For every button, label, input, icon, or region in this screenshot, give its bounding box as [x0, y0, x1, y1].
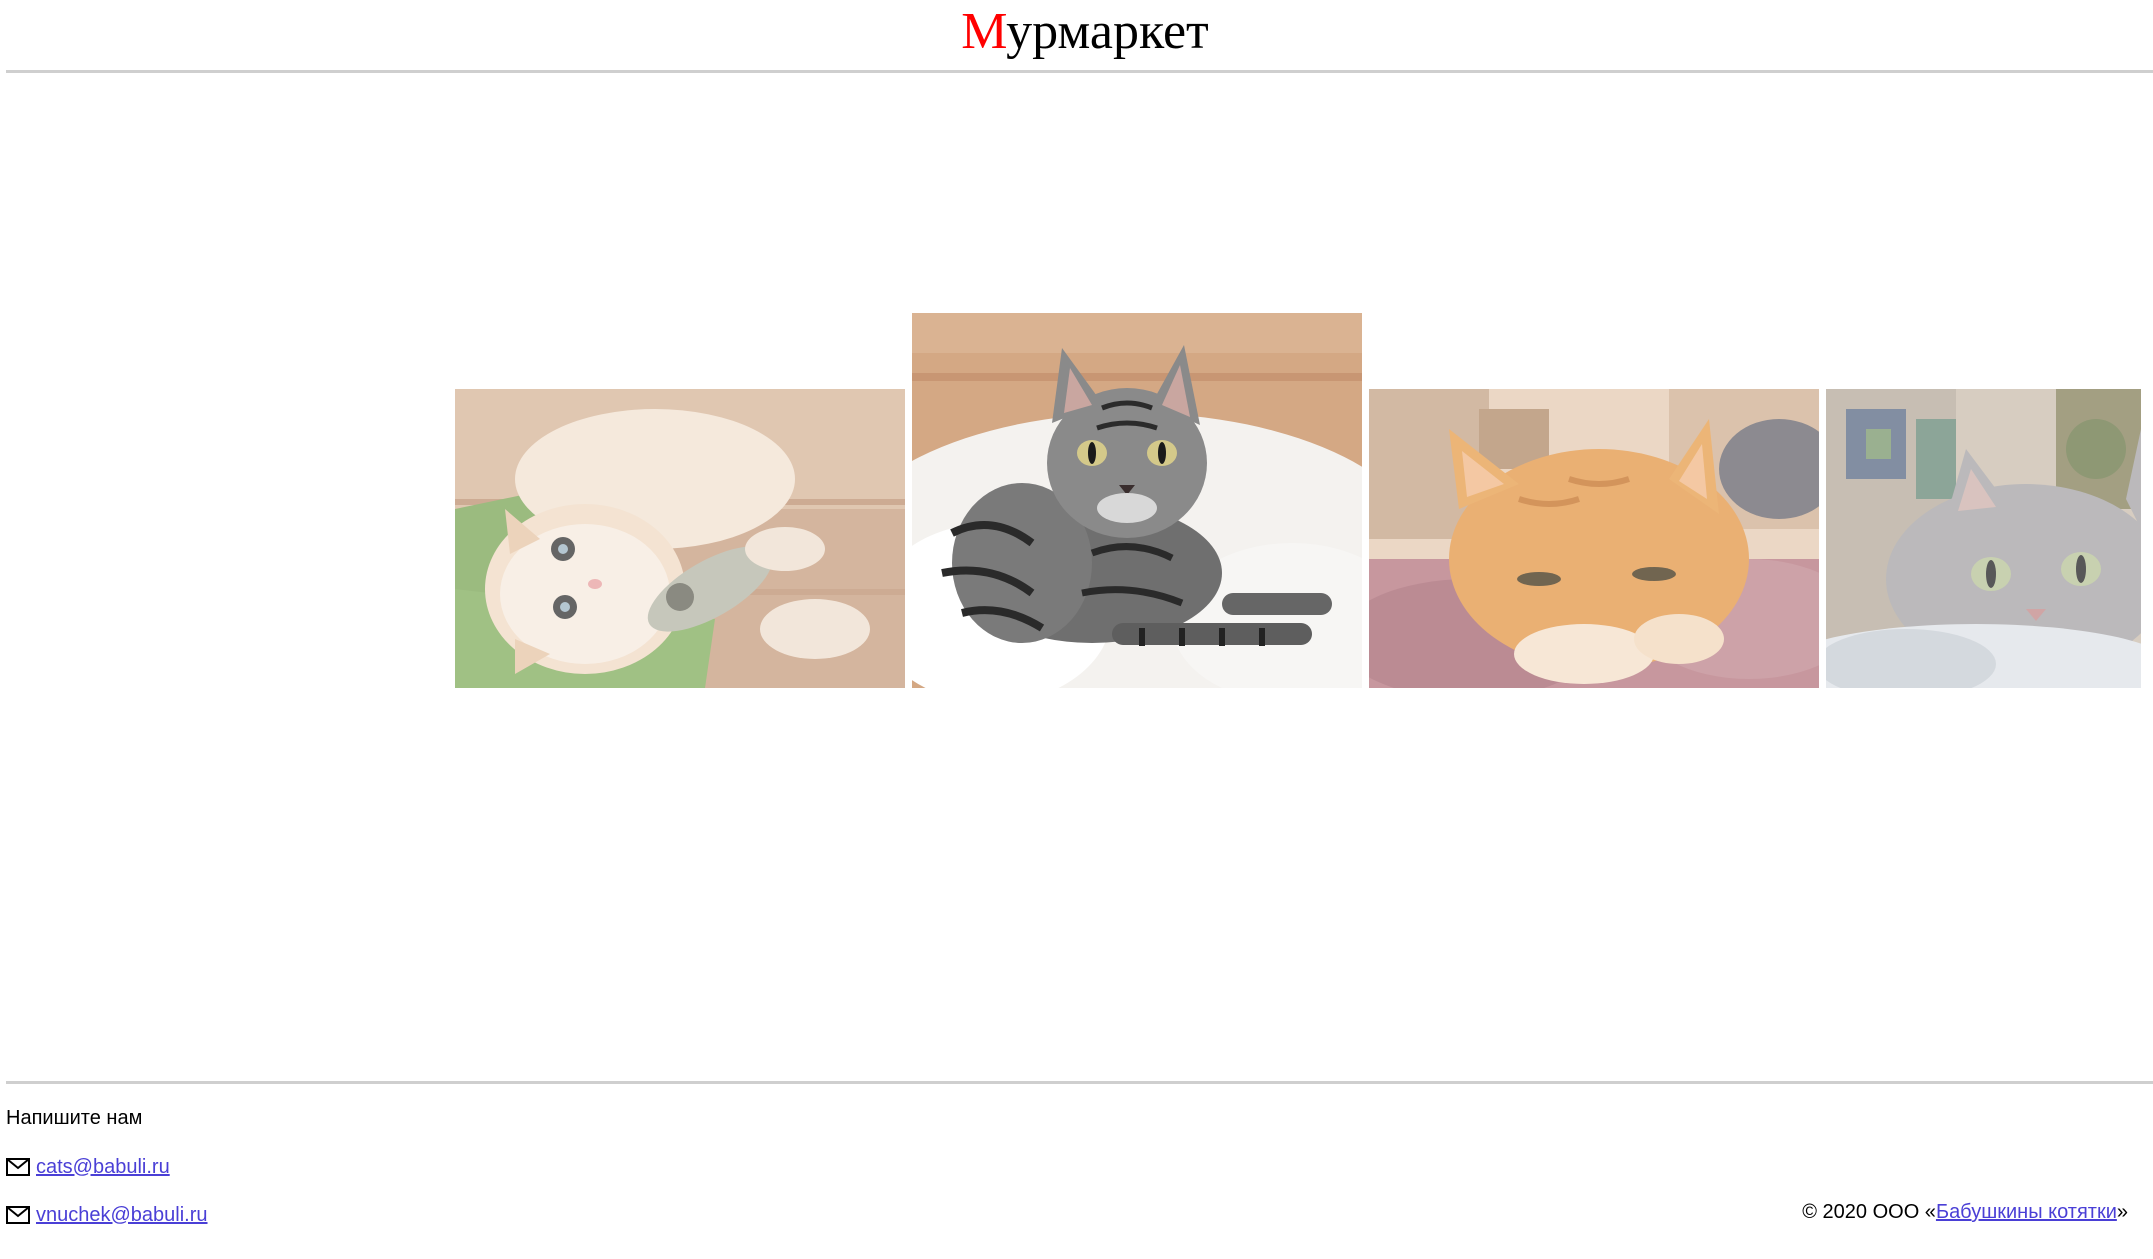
contact-heading: Напишите нам	[6, 1107, 143, 1129]
contact-email-row: vnuchek@babuli.ru	[6, 1201, 208, 1229]
copyright-suffix: »	[2116, 1201, 2128, 1223]
copyright: © 2020 ООО «Бабушкины котятки»	[1802, 1198, 2128, 1226]
copyright-prefix: © 2020 ООО «	[1802, 1201, 1936, 1223]
grey-cat-image	[1826, 389, 2141, 688]
email-link-vnuchek[interactable]: vnuchek@babuli.ru	[36, 1204, 208, 1227]
ginger-cat-image	[1369, 389, 1819, 688]
email-link-cats[interactable]: cats@babuli.ru	[36, 1156, 170, 1179]
gallery-photo-tabby-cat[interactable]	[912, 313, 1362, 688]
company-link[interactable]: Бабушкины котятки	[1936, 1201, 2117, 1223]
page: Мурмаркет Напишите нам cats@babuli.ru vn…	[0, 0, 2153, 1259]
cream-cat-image	[455, 389, 905, 688]
cat-gallery	[0, 0, 2153, 1259]
tabby-cat-image	[912, 313, 1362, 688]
contact-email-row: cats@babuli.ru	[6, 1153, 170, 1181]
gallery-photo-ginger-cat[interactable]	[1369, 389, 1819, 688]
envelope-icon	[6, 1158, 30, 1176]
footer-divider	[6, 1081, 2153, 1084]
gallery-photo-grey-cat[interactable]	[1826, 389, 2141, 688]
gallery-photo-cream-cat[interactable]	[455, 389, 905, 688]
envelope-icon	[6, 1206, 30, 1224]
